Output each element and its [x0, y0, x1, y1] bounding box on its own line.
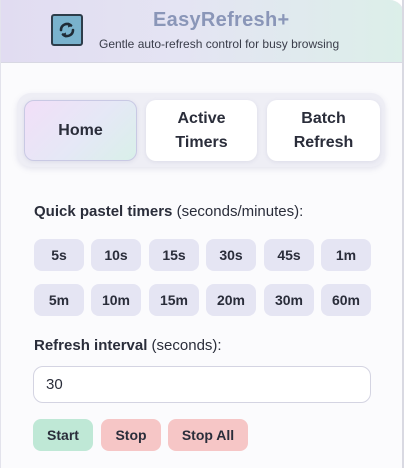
timer-chip-5s[interactable]: 5s	[34, 239, 84, 271]
timer-chip-20m[interactable]: 20m	[206, 284, 256, 316]
timer-chip-30m[interactable]: 30m	[264, 284, 314, 316]
start-button[interactable]: Start	[33, 419, 93, 451]
interval-label-rest: (seconds):	[147, 337, 222, 354]
timer-chip-45s[interactable]: 45s	[264, 239, 314, 271]
tab-bar: Home Active Timers Batch Refresh	[17, 93, 385, 167]
timer-chip-1m[interactable]: 1m	[321, 239, 371, 271]
tab-batch-refresh[interactable]: Batch Refresh	[267, 100, 380, 161]
refresh-arrows-icon	[51, 14, 83, 46]
timer-chip-30s[interactable]: 30s	[206, 239, 256, 271]
timer-chip-10m[interactable]: 10m	[91, 284, 141, 316]
header: EasyRefresh+ Gentle auto-refresh control…	[1, 0, 403, 63]
timer-chip-60m[interactable]: 60m	[321, 284, 371, 316]
timer-chip-15s[interactable]: 15s	[149, 239, 199, 271]
interval-label: Refresh interval (seconds):	[34, 337, 222, 354]
tab-active-timers-label: Active Timers	[175, 109, 228, 151]
interval-label-bold: Refresh interval	[34, 337, 148, 354]
extension-popup: EasyRefresh+ Gentle auto-refresh control…	[0, 0, 404, 468]
timer-chip-15m[interactable]: 15m	[149, 284, 199, 316]
app-subtitle: Gentle auto-refresh control for busy bro…	[99, 37, 340, 51]
tab-home[interactable]: Home	[24, 100, 137, 161]
timer-chip-10s[interactable]: 10s	[91, 239, 141, 271]
quick-timers-label-rest: (seconds/minutes):	[172, 203, 304, 220]
tab-active-timers[interactable]: Active Timers	[146, 100, 257, 161]
refresh-interval-input[interactable]	[33, 366, 371, 403]
quick-timers-label-bold: Quick pastel timers	[34, 203, 173, 220]
quick-timers-label: Quick pastel timers (seconds/minutes):	[34, 203, 303, 220]
stop-all-button[interactable]: Stop All	[168, 419, 248, 451]
stop-button[interactable]: Stop	[101, 419, 161, 451]
app-title: EasyRefresh+	[153, 9, 290, 31]
tab-batch-refresh-label: Batch Refresh	[293, 109, 354, 151]
timer-chip-5m[interactable]: 5m	[34, 284, 84, 316]
